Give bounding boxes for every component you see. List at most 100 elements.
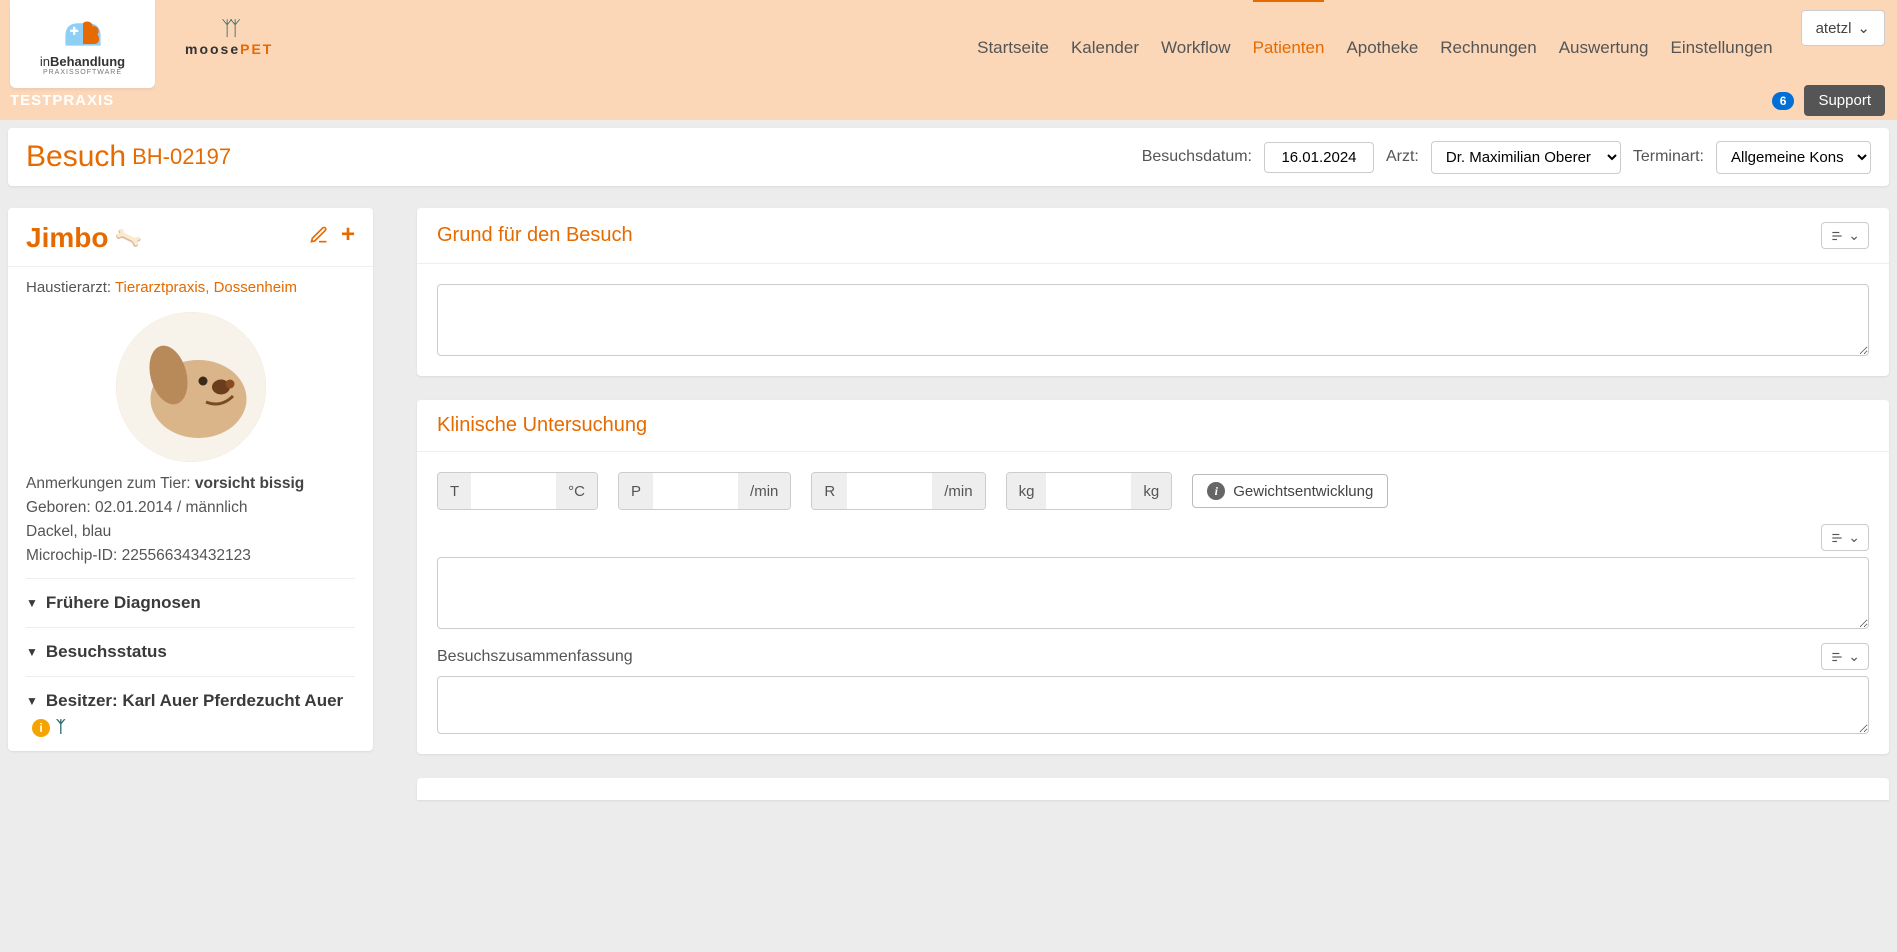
vitals-row: T °C P /min R /min kg (437, 472, 1869, 510)
temp-unit: °C (556, 473, 597, 509)
bone-icon: 🦴 (113, 222, 145, 254)
visit-summary-row: Besuchszusammenfassung ⌄ (437, 643, 1869, 670)
visit-reason-title: Grund für den Besuch (437, 224, 633, 247)
born-label: Geboren: (26, 499, 91, 516)
list-icon (1830, 531, 1844, 545)
appointment-type-select[interactable]: Allgemeine Kons (1716, 141, 1871, 174)
list-icon (1830, 650, 1844, 664)
nav-auswertung[interactable]: Auswertung (1559, 32, 1649, 64)
info-icon: i (1207, 482, 1225, 500)
patient-avatar[interactable] (116, 312, 266, 462)
clinical-exam-title: Klinische Untersuchung (437, 414, 647, 437)
app-logo[interactable]: inBehandlung PRAXISSOFTWARE (10, 0, 155, 88)
chevron-down-icon: ⌄ (1857, 19, 1870, 37)
pulse-input-group: P /min (618, 472, 791, 510)
temp-label: T (438, 473, 471, 509)
main-nav: Startseite Kalender Workflow Patienten A… (977, 32, 1772, 64)
user-menu[interactable]: atetzl ⌄ (1801, 10, 1885, 46)
partner-logo[interactable]: ᛉᛉ moosePET (185, 18, 273, 57)
nav-startseite[interactable]: Startseite (977, 32, 1049, 64)
header-controls: Besuchsdatum: Arzt: Dr. Maximilian Obere… (1142, 141, 1871, 174)
visit-id: BH-02197 (132, 144, 231, 170)
weight-input[interactable] (1046, 473, 1131, 509)
notification-badge[interactable]: 6 (1772, 92, 1795, 110)
caret-down-icon: ▼ (26, 596, 38, 610)
clinical-exam-panel: Klinische Untersuchung T °C P /min R (417, 400, 1889, 754)
page-title: Besuch (26, 140, 126, 174)
pulse-unit: /min (738, 473, 790, 509)
partner-logo-text: moosePET (185, 41, 273, 57)
patient-name: Jimbo (26, 222, 108, 254)
content: Jimbo 🦴 + Haustierarzt: Tierarztpraxis, … (0, 186, 1897, 808)
chevron-down-icon: ⌄ (1848, 529, 1860, 546)
textblock-button[interactable]: ⌄ (1821, 643, 1869, 670)
owner-badges: i ᛉ (32, 719, 66, 737)
home-vet-row: Haustierarzt: Tierarztpraxis, Dossenheim (26, 279, 355, 296)
info-badge-icon: i (32, 719, 50, 737)
notes-value: vorsicht bissig (195, 475, 304, 492)
textblock-button[interactable]: ⌄ (1821, 222, 1869, 249)
patient-header: Jimbo 🦴 + (26, 222, 355, 254)
chevron-down-icon: ⌄ (1848, 648, 1860, 665)
patient-avatar-wrap (26, 296, 355, 472)
visit-reason-panel: Grund für den Besuch ⌄ (417, 208, 1889, 376)
chip-label: Microchip-ID: (26, 547, 117, 564)
next-panel-stub (417, 778, 1889, 800)
nav-kalender[interactable]: Kalender (1071, 32, 1139, 64)
appointment-type-label: Terminart: (1633, 148, 1704, 166)
visit-date-input[interactable] (1264, 142, 1374, 173)
resp-input-group: R /min (811, 472, 985, 510)
weight-development-label: Gewichtsentwicklung (1233, 483, 1373, 500)
visit-reason-textarea[interactable] (437, 284, 1869, 356)
patient-card: Jimbo 🦴 + Haustierarzt: Tierarztpraxis, … (8, 208, 373, 751)
top-banner: inBehandlung PRAXISSOFTWARE ᛉᛉ moosePET … (0, 0, 1897, 120)
app-logo-text: inBehandlung (40, 54, 125, 69)
born-value: 02.01.2014 / männlich (95, 499, 248, 516)
page-header: Besuch BH-02197 Besuchsdatum: Arzt: Dr. … (8, 128, 1889, 186)
accordion-visit-status-label: Besuchsstatus (46, 642, 167, 662)
textblock-button[interactable]: ⌄ (1821, 524, 1869, 551)
antlers-icon: ᛉᛉ (221, 18, 237, 41)
nav-rechnungen[interactable]: Rechnungen (1440, 32, 1536, 64)
patient-sidebar: Jimbo 🦴 + Haustierarzt: Tierarztpraxis, … (8, 208, 373, 751)
doctor-select[interactable]: Dr. Maximilian Oberer (1431, 141, 1621, 174)
resp-unit: /min (932, 473, 984, 509)
breed-line: Dackel, blau (26, 520, 355, 544)
accordion-diagnoses-label: Frühere Diagnosen (46, 593, 201, 613)
pulse-label: P (619, 473, 653, 509)
app-logo-subtext: PRAXISSOFTWARE (43, 69, 122, 76)
accordion-owner-label: Besitzer: Karl Auer Pferdezucht Auer (46, 691, 343, 711)
nav-workflow[interactable]: Workflow (1161, 32, 1231, 64)
caret-down-icon: ▼ (26, 645, 38, 659)
visit-reason-header: Grund für den Besuch ⌄ (417, 208, 1889, 264)
support-button[interactable]: Support (1804, 85, 1885, 116)
resp-input[interactable] (847, 473, 932, 509)
patient-info: Anmerkungen zum Tier: vorsicht bissig Ge… (26, 472, 355, 578)
nav-einstellungen[interactable]: Einstellungen (1670, 32, 1772, 64)
caret-down-icon: ▼ (26, 694, 38, 708)
weight-unit: kg (1131, 473, 1171, 509)
support-area: 6 Support (1772, 85, 1885, 116)
pulse-input[interactable] (653, 473, 738, 509)
accordion-visit-status[interactable]: ▼ Besuchsstatus (26, 627, 355, 676)
chevron-down-icon: ⌄ (1848, 227, 1860, 244)
accordion-diagnoses[interactable]: ▼ Frühere Diagnosen (26, 578, 355, 627)
patient-actions: + (309, 225, 355, 251)
accordion-owner[interactable]: ▼ Besitzer: Karl Auer Pferdezucht Auer i… (26, 676, 355, 751)
app-logo-icon (59, 12, 107, 52)
home-vet-link[interactable]: Tierarztpraxis, Dossenheim (115, 279, 297, 296)
visit-summary-textarea[interactable] (437, 676, 1869, 734)
weight-development-button[interactable]: i Gewichtsentwicklung (1192, 474, 1388, 508)
visit-summary-label: Besuchszusammenfassung (437, 648, 633, 666)
main-column: Grund für den Besuch ⌄ Klinische Untersu… (417, 208, 1889, 800)
nav-apotheke[interactable]: Apotheke (1346, 32, 1418, 64)
home-vet-label: Haustierarzt: (26, 279, 111, 296)
clinical-exam-textarea[interactable] (437, 557, 1869, 629)
edit-patient-button[interactable] (309, 225, 329, 251)
list-icon (1830, 229, 1844, 243)
temp-input[interactable] (471, 473, 556, 509)
add-patient-button[interactable]: + (341, 225, 355, 251)
notes-label: Anmerkungen zum Tier: (26, 475, 191, 492)
chip-value: 225566343432123 (122, 547, 251, 564)
nav-patienten[interactable]: Patienten (1253, 32, 1325, 64)
